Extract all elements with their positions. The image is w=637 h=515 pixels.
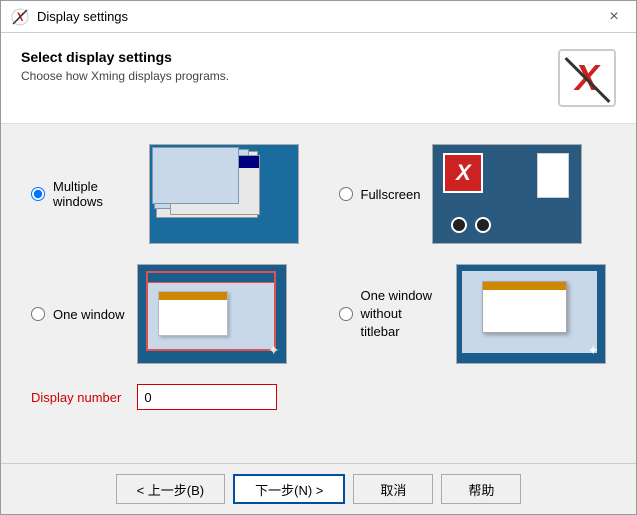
preview-fullscreen: X xyxy=(432,144,582,244)
label-one-window: One window xyxy=(53,307,125,322)
label-fullscreen: Fullscreen xyxy=(361,187,421,202)
header-subtext: Choose how Xming displays programs. xyxy=(21,69,229,83)
dialog-window: X Display settings × Select display sett… xyxy=(0,0,637,515)
header-text: Select display settings Choose how Xming… xyxy=(21,49,229,83)
radio-one-window[interactable] xyxy=(31,307,45,321)
content-area: Multiple windows ███████████████████████… xyxy=(1,124,636,463)
display-number-input[interactable] xyxy=(137,384,277,410)
next-button[interactable]: 下一步(N) > xyxy=(233,474,345,504)
radio-multiple-windows[interactable] xyxy=(31,187,45,201)
close-button[interactable]: × xyxy=(602,5,626,29)
xming-logo: X xyxy=(558,49,616,107)
label-no-titlebar: One window without titlebar xyxy=(361,287,445,342)
title-bar-left: X Display settings xyxy=(11,8,128,26)
options-grid: Multiple windows ███████████████████████… xyxy=(31,144,606,364)
footer: < 上一步(B) 下一步(N) > 取消 帮助 xyxy=(1,463,636,514)
cancel-button[interactable]: 取消 xyxy=(353,474,433,504)
display-number-label: Display number xyxy=(31,390,121,405)
header-heading: Select display settings xyxy=(21,49,229,65)
preview-multiple-windows: ████████████████████████████████████ xyxy=(149,144,299,244)
option-no-titlebar: One window without titlebar ✦ xyxy=(339,264,607,364)
help-button[interactable]: 帮助 xyxy=(441,474,521,504)
option-multiple-windows: Multiple windows ███████████████████████… xyxy=(31,144,299,244)
app-icon: X xyxy=(11,8,29,26)
display-number-row: Display number xyxy=(31,384,606,410)
radio-no-titlebar[interactable] xyxy=(339,307,353,321)
option-one-window: One window ✦ xyxy=(31,264,299,364)
title-bar-text: Display settings xyxy=(37,9,128,24)
label-multiple-windows: Multiple windows xyxy=(53,179,137,209)
preview-one-window: ✦ xyxy=(137,264,287,364)
header-section: Select display settings Choose how Xming… xyxy=(1,33,636,124)
back-button[interactable]: < 上一步(B) xyxy=(116,474,226,504)
preview-no-titlebar: ✦ xyxy=(456,264,606,364)
option-fullscreen: Fullscreen X xyxy=(339,144,607,244)
radio-fullscreen[interactable] xyxy=(339,187,353,201)
title-bar: X Display settings × xyxy=(1,1,636,33)
